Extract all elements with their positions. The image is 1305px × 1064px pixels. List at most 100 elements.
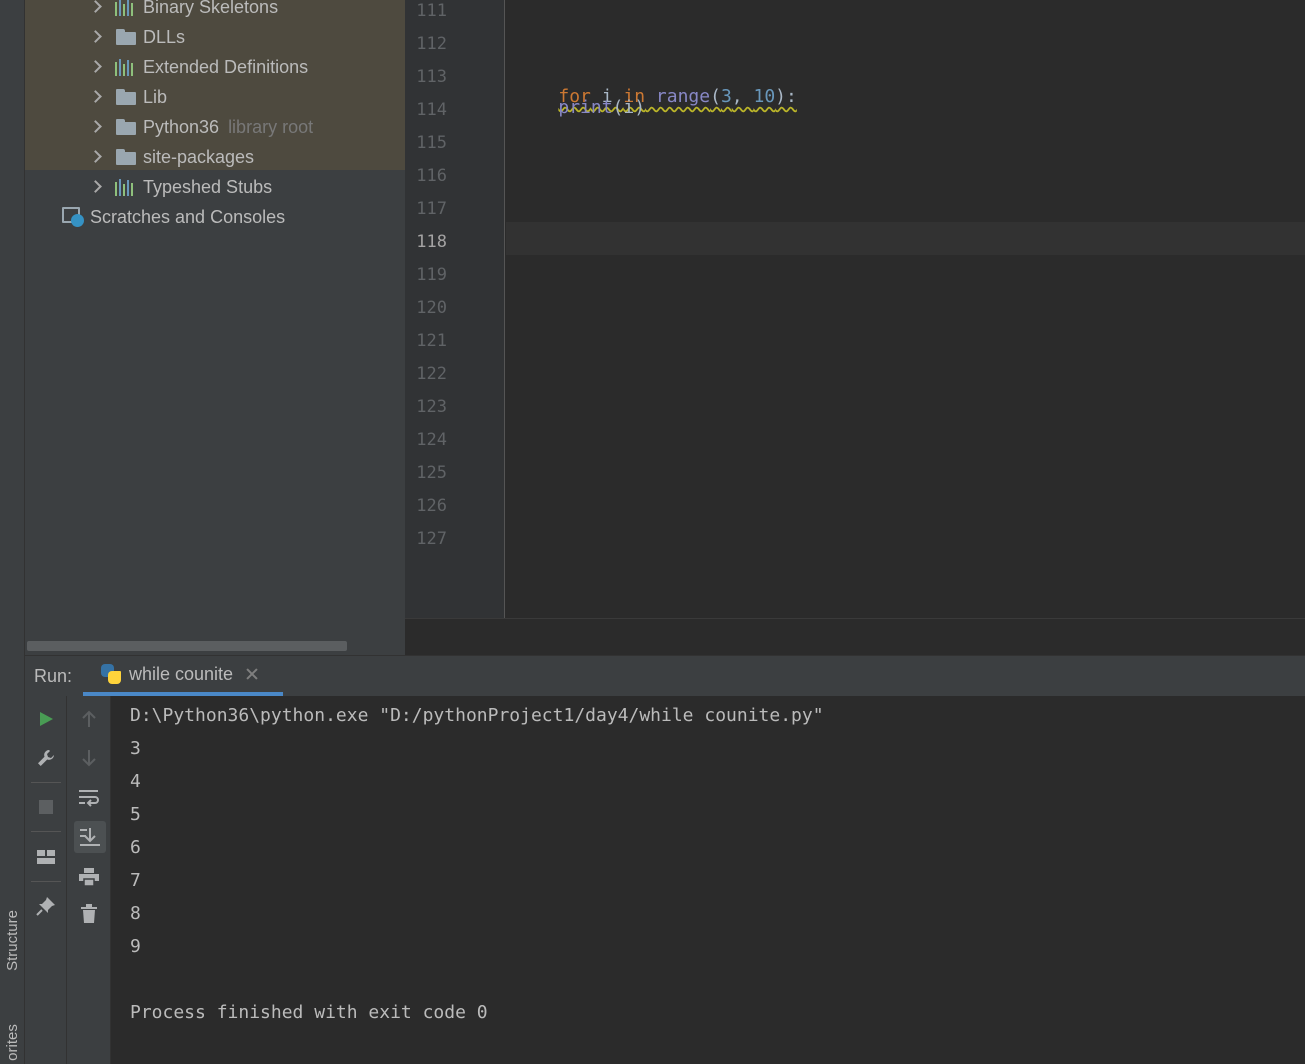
- line-number: 114: [416, 100, 447, 120]
- structure-tool-tab[interactable]: Structure: [0, 890, 25, 990]
- scratches-icon: [61, 206, 85, 228]
- number-10: 10: [753, 86, 776, 107]
- tree-item-site-packages[interactable]: site-packages: [89, 142, 254, 172]
- folder-icon: [115, 148, 137, 166]
- toolbar-separator: [31, 831, 61, 832]
- run-tab-label: while counite: [129, 663, 234, 684]
- next-occurrence-button[interactable]: [74, 743, 104, 773]
- line-number: 121: [416, 331, 447, 351]
- structure-tab-label: Structure: [4, 909, 22, 971]
- library-icon: [115, 0, 137, 16]
- favorites-tool-tab[interactable]: orites: [0, 1020, 25, 1064]
- paren-open: (: [710, 86, 721, 107]
- chevron-right-icon[interactable]: [89, 150, 103, 164]
- wrench-icon: [38, 750, 54, 766]
- code-line-114[interactable]: print(i): [515, 97, 645, 119]
- project-tree-panel: Binary Skeletons DLLs Extended Definitio…: [25, 0, 405, 655]
- scroll-to-end-icon: [80, 828, 100, 846]
- tree-item-label: Scratches and Consoles: [90, 206, 286, 227]
- horizontal-scrollbar[interactable]: [27, 641, 347, 651]
- soft-wrap-button[interactable]: [74, 783, 104, 813]
- tree-item-typeshed-stubs[interactable]: Typeshed Stubs: [89, 172, 272, 202]
- python-icon: [101, 664, 121, 684]
- console-line: 3: [130, 738, 141, 759]
- previous-occurrence-button[interactable]: [74, 704, 104, 734]
- tree-item-label: Typeshed Stubs: [143, 176, 273, 197]
- tree-item-label: Lib: [143, 86, 168, 107]
- line-number-gutter[interactable]: 111 112 113 114 115 116 117 118 119 120 …: [405, 0, 505, 618]
- run-toolbar-secondary: [67, 696, 111, 1064]
- console-line: Process finished with exit code 0: [130, 1002, 488, 1023]
- line-number: 119: [416, 265, 447, 285]
- tree-item-label: Extended Definitions: [143, 56, 309, 77]
- tree-item-binary-skeletons[interactable]: Binary Skeletons: [89, 0, 278, 22]
- console-line: 7: [130, 870, 141, 891]
- chevron-right-icon[interactable]: [89, 120, 103, 134]
- folder-icon: [115, 118, 137, 136]
- folder-icon: [115, 28, 137, 46]
- line-number: 120: [416, 298, 447, 318]
- comma: ,: [731, 86, 754, 107]
- run-header: Run: while counite: [25, 656, 1305, 696]
- paren-close: ):: [775, 86, 797, 107]
- clear-all-button[interactable]: [74, 899, 104, 929]
- soft-wrap-icon: [79, 790, 99, 807]
- chevron-right-icon[interactable]: [89, 60, 103, 74]
- line-number: 123: [416, 397, 447, 417]
- tree-item-dlls[interactable]: DLLs: [89, 22, 185, 52]
- pin-tab-button[interactable]: [31, 891, 61, 921]
- chevron-right-icon[interactable]: [89, 30, 103, 44]
- rerun-button[interactable]: [31, 704, 61, 734]
- run-toolbar-primary: [25, 696, 67, 1064]
- library-root-hint: library root: [228, 116, 314, 137]
- line-number: 124: [416, 430, 447, 450]
- arrow-up-icon: [82, 710, 96, 727]
- play-icon: [40, 712, 53, 726]
- tree-item-label: Binary Skeletons: [143, 0, 279, 17]
- line-number: 125: [416, 463, 447, 483]
- console-line: 5: [130, 804, 141, 825]
- line-number-current: 118: [416, 232, 447, 252]
- builtin-range: range: [645, 86, 711, 107]
- number-3: 3: [720, 86, 732, 107]
- tree-item-scratches-and-consoles[interactable]: Scratches and Consoles: [61, 202, 285, 232]
- chevron-right-icon[interactable]: [89, 0, 103, 14]
- console-line: 6: [130, 837, 141, 858]
- stop-button[interactable]: [31, 792, 61, 822]
- chevron-right-icon[interactable]: [89, 90, 103, 104]
- layout-icon: [37, 850, 55, 864]
- tree-item-label: DLLs: [143, 26, 186, 47]
- restore-layout-button[interactable]: [31, 842, 61, 872]
- stop-icon: [39, 800, 53, 814]
- run-tool-window: Run: while counite D:\Python36\python.ex…: [25, 655, 1305, 1064]
- line-number: 115: [416, 133, 447, 153]
- line-number: 112: [416, 34, 447, 54]
- chevron-right-icon[interactable]: [89, 180, 103, 194]
- console-line: 9: [130, 936, 141, 957]
- toolbar-separator: [31, 881, 61, 882]
- library-icon: [115, 58, 137, 76]
- tree-item-extended-definitions[interactable]: Extended Definitions: [89, 52, 308, 82]
- toolbar-separator: [31, 782, 61, 783]
- scroll-to-end-button[interactable]: [74, 821, 106, 853]
- run-tab-while-counite[interactable]: while counite: [83, 656, 283, 696]
- print-icon: [79, 868, 99, 887]
- line-number: 127: [416, 529, 447, 549]
- line-number: 116: [416, 166, 447, 186]
- console-output[interactable]: D:\Python36\python.exe "D:/pythonProject…: [130, 696, 1305, 1064]
- console-line: D:\Python36\python.exe "D:/pythonProject…: [130, 705, 824, 726]
- tree-item-python36[interactable]: Python36 library root: [89, 112, 313, 142]
- line-number: 111: [416, 1, 447, 21]
- tree-item-label: Python36: [143, 116, 220, 137]
- folder-icon: [115, 88, 137, 106]
- code-editor[interactable]: 111 112 113 114 115 116 117 118 119 120 …: [405, 0, 1305, 655]
- run-label: Run:: [34, 666, 73, 686]
- edit-configuration-button[interactable]: [31, 743, 61, 773]
- console-line: 8: [130, 903, 141, 924]
- print-button[interactable]: [74, 862, 104, 892]
- tree-item-lib[interactable]: Lib: [89, 82, 167, 112]
- close-icon[interactable]: [245, 667, 259, 681]
- line-number: 126: [416, 496, 447, 516]
- console-line: 4: [130, 771, 141, 792]
